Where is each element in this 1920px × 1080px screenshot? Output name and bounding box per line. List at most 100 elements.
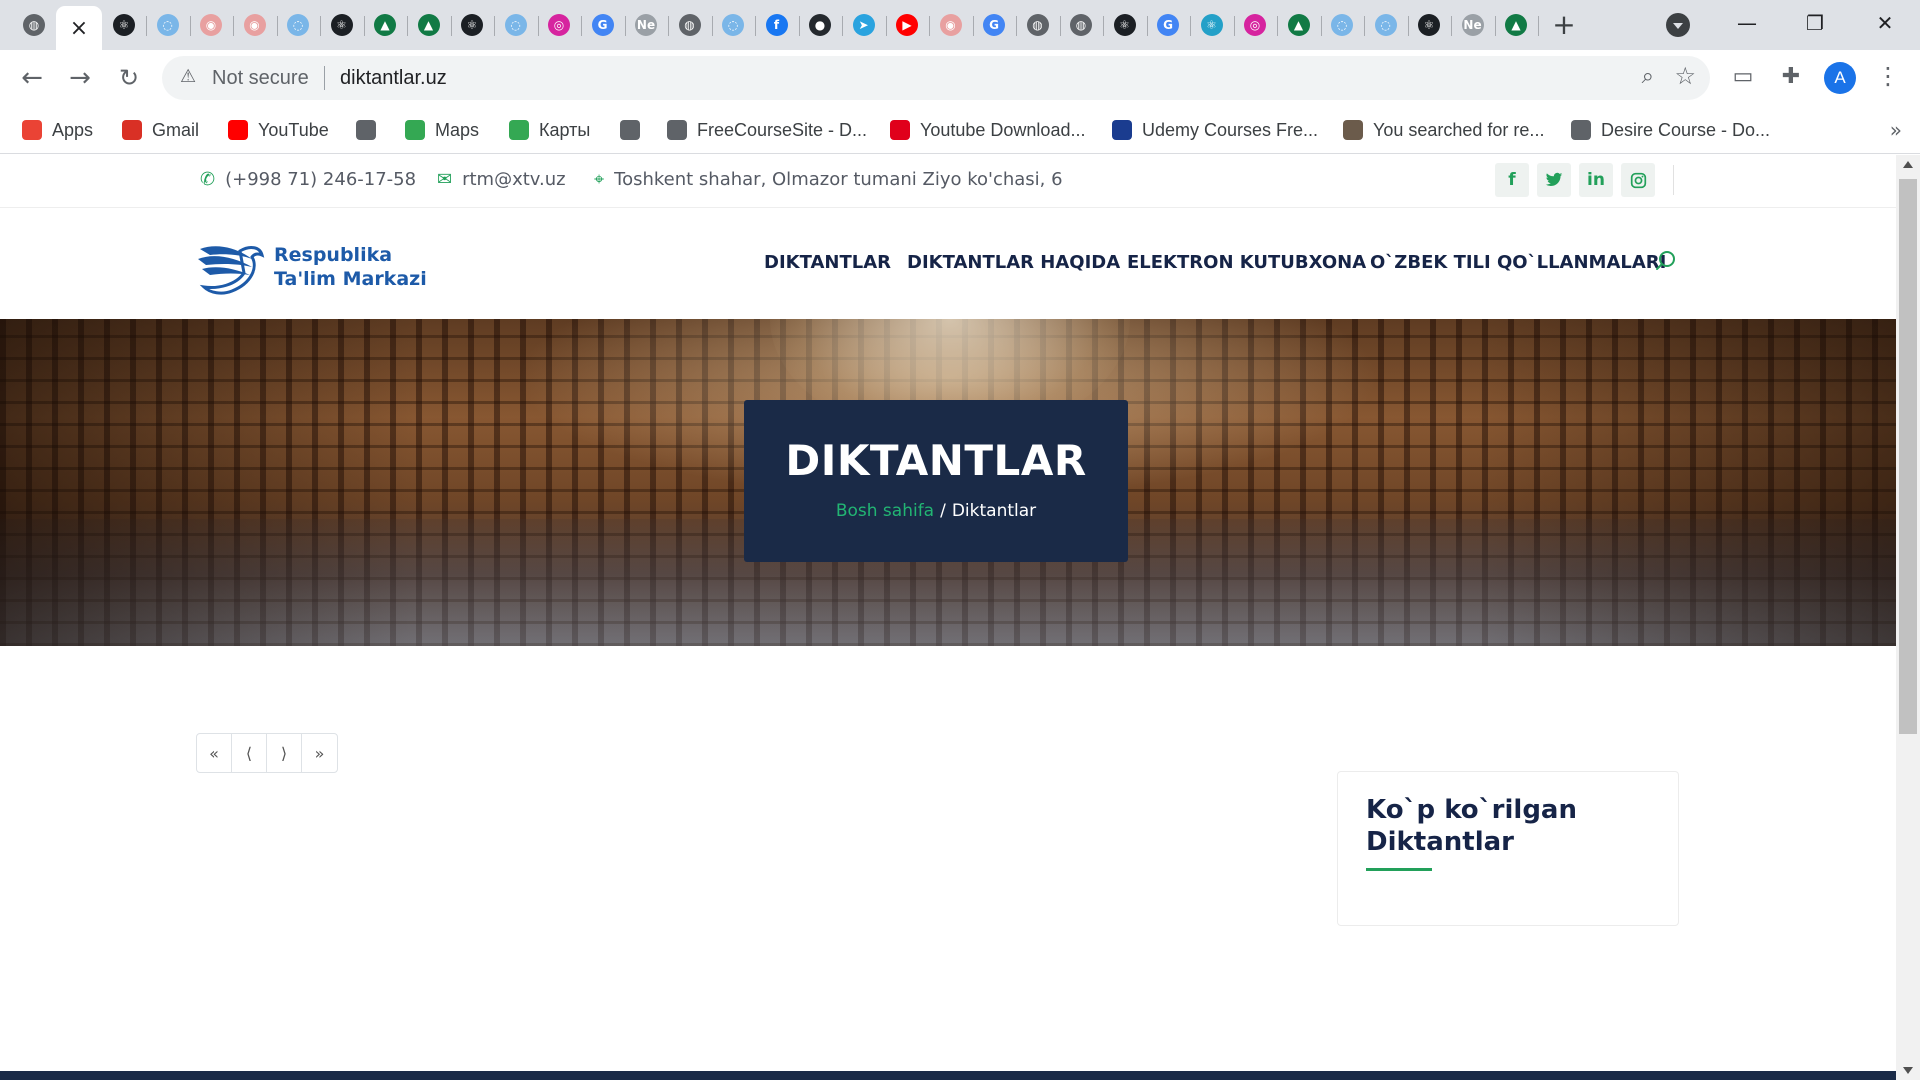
bookmark-label: Карты [539,119,591,140]
browser-tab[interactable]: Ne [1451,8,1495,42]
new-tab-button[interactable]: + [1546,10,1582,40]
browser-tab[interactable]: G [1146,8,1190,42]
browser-tab[interactable]: ▲ [1494,8,1538,42]
pc-tab-icon: ◉ [243,14,266,36]
url-text[interactable]: diktantlar.uz [340,67,447,90]
browser-tab[interactable]: ◉ [189,8,233,42]
address-bar[interactable]: ⚠ Not secure diktantlar.uz ⌕ ☆ [162,56,1710,100]
search-icon[interactable] [1654,249,1678,273]
browser-tab[interactable]: G [972,8,1016,42]
bookmark-item[interactable]: FreeCourseSite - D... [667,116,867,144]
browser-menu-icon[interactable]: ⋮ [1876,62,1900,90]
browser-tab[interactable]: Ne [624,8,668,42]
nav-diktantlar[interactable]: DIKTANTLAR [764,252,891,273]
bookmark-item[interactable]: Maps [405,116,479,144]
browser-tab[interactable]: ▲ [1277,8,1321,42]
site-logo[interactable]: Respublika Ta'lim Markazi [196,237,436,297]
browser-tab[interactable]: ⚛ [320,8,364,42]
next-page-button[interactable]: ⟩ [267,734,302,772]
reload-icon[interactable]: ↻ [113,62,145,94]
instagram-icon[interactable] [1621,163,1655,197]
browser-tab[interactable]: ◌ [276,8,320,42]
browser-tab[interactable]: ⚛ [1103,8,1147,42]
browser-tab[interactable]: ⚛ [102,8,146,42]
security-label[interactable]: Not secure [212,67,309,90]
bookmark-item[interactable]: Udemy Courses Fre... [1112,116,1318,144]
tab-search-icon[interactable] [1666,13,1690,37]
apps-grid-icon [22,120,42,140]
orbit-tab-icon: ◌ [722,14,744,36]
browser-tab[interactable]: ◎ [1233,8,1277,42]
browser-tab[interactable]: ◎ [537,8,581,42]
browser-tab[interactable]: ◉ [233,8,277,42]
browser-tab[interactable]: ▲ [407,8,451,42]
browser-tab[interactable]: ▶ [885,8,929,42]
browser-tab[interactable]: f [755,8,799,42]
browser-tab[interactable]: ◌ [494,8,538,42]
bookmark-item[interactable]: Desire Course - Do... [1571,116,1770,144]
active-tab[interactable]: × [56,6,102,50]
browser-tab[interactable]: ◍ [1059,8,1103,42]
twitter-icon[interactable] [1537,163,1571,197]
browser-tab[interactable]: ◌ [146,8,190,42]
bookmark-item[interactable]: YouTube [228,116,329,144]
bookmarks-overflow-icon[interactable]: » [1890,118,1902,142]
browser-tab[interactable]: ● [798,8,842,42]
last-page-button[interactable]: » [302,734,337,772]
browser-tab[interactable]: ◌ [1320,8,1364,42]
breadcrumb-home-link[interactable]: Bosh sahifa [836,501,934,521]
forward-arrow-icon[interactable]: → [64,62,96,94]
bookmark-item[interactable] [356,116,386,144]
nav-diktantlar-haqida[interactable]: DIKTANTLAR HAQIDA [907,252,1120,273]
breadcrumb: Bosh sahifa / Diktantlar [744,501,1128,521]
scroll-down-arrow-icon[interactable] [1903,1067,1913,1074]
restore-button[interactable]: ❐ [1792,8,1838,38]
browser-tab[interactable]: ⚛ [1190,8,1234,42]
browser-tab[interactable]: G [581,8,625,42]
previous-page-button[interactable]: ⟨ [232,734,267,772]
close-tab-icon[interactable]: × [70,16,88,41]
youtube-icon [228,120,248,140]
cast-icon[interactable]: ▭ [1728,64,1758,94]
phone-info[interactable]: ✆ (+998 71) 246-17-58 [200,169,416,190]
first-page-button[interactable]: « [197,734,232,772]
phone-number[interactable]: (+998 71) 246-17-58 [225,169,416,190]
nav-ozbek-tili-qollanmalari[interactable]: O`ZBEK TILI QO`LLANMALARI [1370,252,1666,273]
nav-elektron-kutubxona[interactable]: ELEKTRON KUTUBXONA [1127,252,1366,273]
close-window-button[interactable]: ✕ [1862,8,1908,38]
browser-tab[interactable]: ◌ [711,8,755,42]
linkedin-icon[interactable]: in [1579,163,1613,197]
minimize-button[interactable]: — [1724,8,1770,38]
scroll-thumb[interactable] [1899,179,1917,734]
bookmark-label: Gmail [152,119,200,140]
facebook-icon[interactable]: f [1495,163,1529,197]
browser-tab[interactable]: ▲ [363,8,407,42]
email-address[interactable]: rtm@xtv.uz [462,169,566,190]
browser-tab[interactable]: ◍ [12,8,56,42]
email-info[interactable]: ✉ rtm@xtv.uz [437,169,566,190]
bookmark-item[interactable]: You searched for re... [1343,116,1544,144]
bookmark-item[interactable]: Карты [509,116,590,144]
bookmark-star-icon[interactable]: ☆ [1674,62,1696,90]
scroll-up-arrow-icon[interactable] [1903,161,1913,168]
browser-tab[interactable]: ⚛ [1407,8,1451,42]
widget-title: Ko`p ko`rilgan Diktantlar [1366,795,1577,857]
bookmark-item[interactable]: Apps [22,116,93,144]
browser-tab[interactable]: ◍ [668,8,712,42]
bookmark-item[interactable]: Youtube Download... [890,116,1085,144]
profile-avatar[interactable]: A [1824,62,1856,94]
browser-tab[interactable]: ◉ [929,8,973,42]
page-scrollbar[interactable] [1896,155,1920,1080]
browser-tab[interactable]: ◍ [1016,8,1060,42]
browser-tab[interactable]: ➤ [842,8,886,42]
browser-tab[interactable]: ◌ [1364,8,1408,42]
bookmark-item[interactable]: Gmail [122,116,199,144]
browser-tab[interactable]: ⚛ [450,8,494,42]
bookmark-item[interactable] [620,116,650,144]
extensions-puzzle-icon[interactable]: ✚ [1776,64,1806,94]
divider [324,66,325,90]
back-arrow-icon[interactable]: ← [16,62,48,94]
warning-icon[interactable]: ⚠ [180,66,196,87]
pagination: « ⟨ ⟩ » [196,733,338,773]
zoom-icon[interactable]: ⌕ [1642,64,1654,89]
